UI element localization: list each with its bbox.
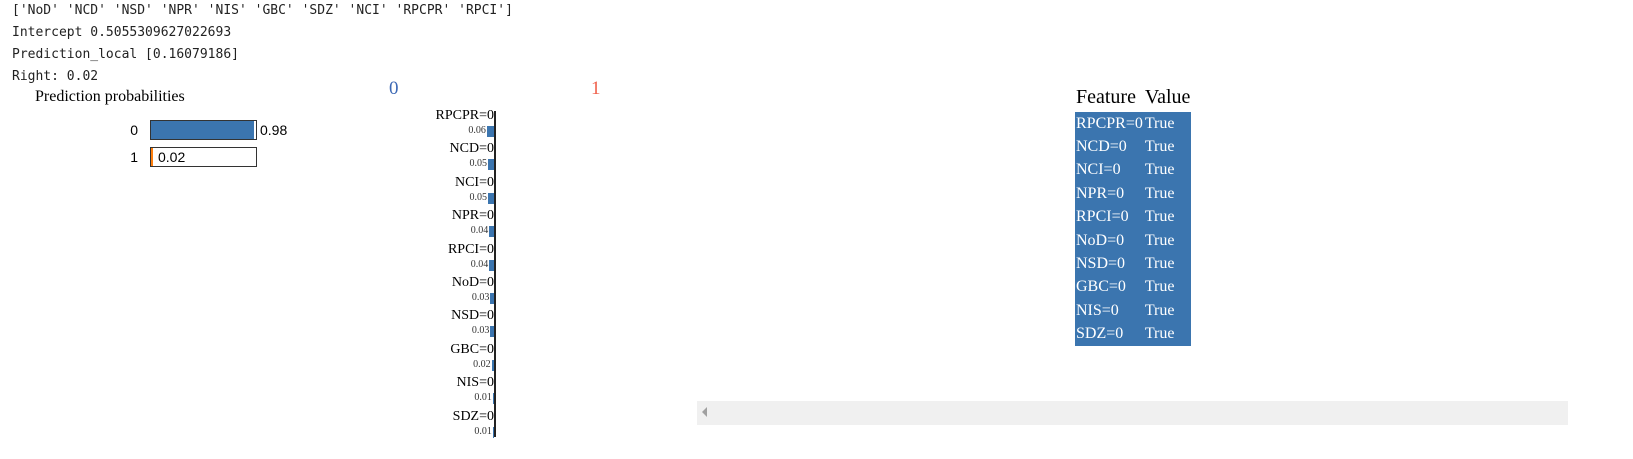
weight-feature-label: SDZ=0	[452, 408, 494, 424]
weight-value-label: 0.05	[469, 158, 488, 170]
probability-bar-track	[150, 120, 257, 140]
table-row: GBC=0 True	[1075, 275, 1192, 300]
weight-bar	[491, 359, 494, 371]
weight-value-label: 0.03	[471, 292, 490, 303]
prediction-local-output: Prediction_local [0.16079186]	[12, 47, 239, 62]
table-row: NCI=0 True	[1075, 158, 1192, 183]
table-row: RPCPR=0 True	[1075, 112, 1192, 136]
weight-bar	[490, 326, 494, 338]
probability-class-label: 0	[130, 122, 138, 138]
weight-value-label: 0.01	[474, 425, 492, 437]
feature-cell: NSD=0	[1075, 252, 1144, 276]
feature-cell: RPCI=0	[1075, 205, 1144, 229]
prediction-probabilities-title: Prediction probabilities	[35, 88, 185, 105]
feature-cell: GBC=0	[1075, 275, 1144, 300]
table-row: NSD=0 True	[1075, 252, 1192, 276]
value-cell: True	[1143, 275, 1192, 300]
table-row: NCD=0 True	[1075, 135, 1192, 159]
feature-cell: NPR=0	[1075, 182, 1144, 206]
probability-row: 0 0.98	[120, 120, 380, 140]
weight-bar	[490, 293, 494, 304]
header-feature: Feature	[1076, 85, 1136, 108]
weight-bar	[492, 426, 494, 438]
feature-cell: NCD=0	[1075, 135, 1144, 159]
value-cell: True	[1143, 182, 1192, 206]
value-cell: True	[1143, 205, 1192, 229]
weight-value-label: 0.04	[470, 258, 489, 270]
table-row: NoD=0 True	[1075, 228, 1192, 253]
table-row: RPCI=0 True	[1075, 205, 1192, 229]
weight-feature-label: NCI=0	[454, 174, 494, 190]
class-0-label: 0	[389, 78, 399, 99]
value-cell: True	[1143, 322, 1192, 346]
weight-feature-label: RPCPR=0	[435, 108, 494, 123]
right-output: Right: 0.02	[12, 69, 99, 84]
class-1-label: 1	[591, 78, 601, 99]
probability-row: 1 0.02	[120, 147, 380, 167]
probability-bar-fill	[151, 121, 254, 139]
table-row: SDZ=0 True	[1075, 322, 1192, 346]
header-value: Value	[1144, 85, 1191, 108]
weight-value-label: 0.04	[470, 225, 489, 237]
weight-feature-label: NoD=0	[451, 275, 494, 290]
feature-cell: RPCPR=0	[1075, 112, 1144, 136]
weight-feature-label: NPR=0	[451, 208, 494, 224]
scroll-left-arrow-icon[interactable]	[702, 407, 707, 417]
value-cell: True	[1143, 158, 1192, 183]
weight-feature-label: NIS=0	[456, 375, 494, 391]
value-cell: True	[1143, 135, 1192, 159]
weight-feature-label: RPCI=0	[447, 241, 494, 257]
weight-bar	[489, 226, 494, 238]
probability-bar-fill	[151, 148, 154, 166]
weight-bar	[488, 159, 494, 171]
weight-value-label: 0.03	[471, 325, 490, 337]
weight-bar	[492, 393, 494, 405]
weight-value-label: 0.01	[474, 392, 492, 404]
weight-feature-label: GBC=0	[450, 341, 494, 357]
weight-bar	[486, 126, 494, 137]
weight-bar	[489, 259, 494, 271]
value-cell: True	[1143, 112, 1192, 136]
feature-cell: NoD=0	[1075, 228, 1144, 253]
value-cell: True	[1143, 299, 1192, 323]
horizontal-scrollbar[interactable]	[697, 401, 1568, 425]
intercept-output: Intercept 0.5055309627022693	[12, 25, 232, 40]
feature-cell: SDZ=0	[1075, 322, 1144, 346]
weight-feature-label: NSD=0	[451, 308, 494, 324]
feature-cell: NIS=0	[1075, 299, 1144, 323]
probability-value: 0.02	[158, 149, 186, 165]
weight-value-label: 0.06	[468, 125, 486, 136]
probability-value: 0.98	[260, 122, 288, 138]
weight-feature-label: NCD=0	[449, 141, 494, 157]
table-row: NIS=0 True	[1075, 299, 1192, 323]
weights-axis	[494, 111, 496, 437]
feature-value-table: Feature Value RPCPR=0 True NCD=0 True NCI=0 T…	[1075, 82, 1192, 346]
feature-cell: NCI=0	[1075, 158, 1144, 183]
probability-class-label: 1	[130, 149, 138, 165]
weight-bar	[488, 192, 494, 204]
weight-value-label: 0.02	[473, 358, 491, 370]
value-cell: True	[1143, 252, 1192, 276]
value-cell: True	[1143, 228, 1192, 253]
table-row: NPR=0 True	[1075, 182, 1192, 206]
weight-value-label: 0.05	[469, 191, 488, 203]
feature-names-output: ['NoD' 'NCD' 'NSD' 'NPR' 'NIS' 'GBC' 'SD…	[12, 3, 513, 18]
